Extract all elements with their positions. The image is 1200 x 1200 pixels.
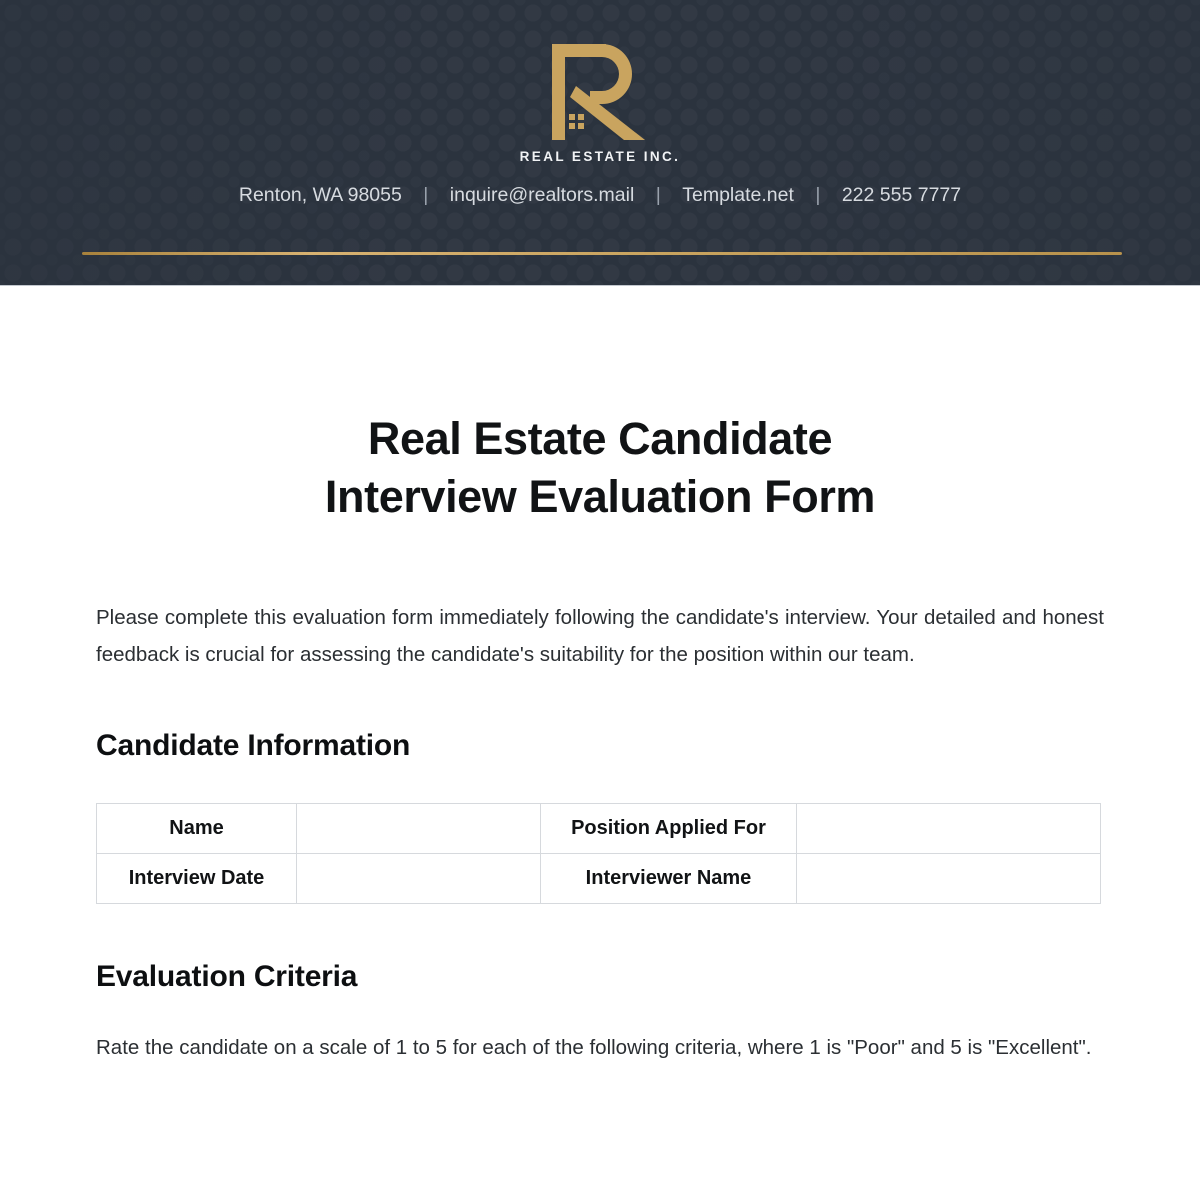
page-title-line-2: Interview Evaluation Form (324, 471, 876, 522)
document-body: Real Estate Candidate Interview Evaluati… (0, 410, 1200, 1067)
document-page: REAL ESTATE INC. Renton, WA 98055 | inqu… (0, 0, 1200, 1200)
label-interview-date: Interview Date (96, 853, 297, 904)
contact-separator-2: | (655, 184, 661, 206)
header-gold-divider (82, 252, 1122, 255)
company-logo-block: REAL ESTATE INC. (0, 44, 1200, 164)
field-name[interactable] (296, 803, 541, 854)
candidate-information-table: Name Position Applied For Interview Date… (96, 803, 1101, 904)
header-contact-bar: Renton, WA 98055 | inquire@realtors.mail… (0, 184, 1200, 207)
contact-email[interactable]: inquire@realtors.mail (450, 184, 635, 207)
contact-separator-3: | (815, 184, 821, 206)
contact-website[interactable]: Template.net (682, 184, 794, 207)
section-heading-evaluation-criteria: Evaluation Criteria (96, 960, 358, 993)
document-header: REAL ESTATE INC. Renton, WA 98055 | inqu… (0, 0, 1200, 286)
contact-address: Renton, WA 98055 (238, 184, 402, 206)
field-interviewer-name[interactable] (796, 853, 1101, 904)
section-heading-candidate-information: Candidate Information (96, 729, 411, 762)
page-title: Real Estate Candidate Interview Evaluati… (96, 410, 1104, 526)
evaluation-criteria-instruction: Rate the candidate on a scale of 1 to 5 … (96, 1030, 1104, 1067)
field-interview-date[interactable] (296, 853, 541, 904)
field-position-applied-for[interactable] (796, 803, 1101, 854)
contact-phone: 222 555 7777 (841, 184, 962, 206)
intro-paragraph: Please complete this evaluation form imm… (96, 606, 1104, 666)
company-wordmark: REAL ESTATE INC. (519, 149, 681, 164)
label-position-applied-for: Position Applied For (540, 803, 797, 854)
real-estate-r-house-logo-icon (552, 44, 645, 140)
page-title-line-1: Real Estate Candidate (367, 413, 833, 464)
evaluation-criteria-instruction-line-2: "Poor" and 5 is "Excellent". (846, 1036, 1092, 1059)
table-row: Interview Date Interviewer Name (96, 853, 1101, 904)
label-name: Name (96, 803, 297, 854)
table-row: Name Position Applied For (96, 803, 1101, 854)
evaluation-criteria-instruction-line-1: Rate the candidate on a scale of 1 to 5 … (96, 1036, 842, 1059)
label-interviewer-name: Interviewer Name (540, 853, 797, 904)
contact-separator-1: | (423, 184, 429, 206)
